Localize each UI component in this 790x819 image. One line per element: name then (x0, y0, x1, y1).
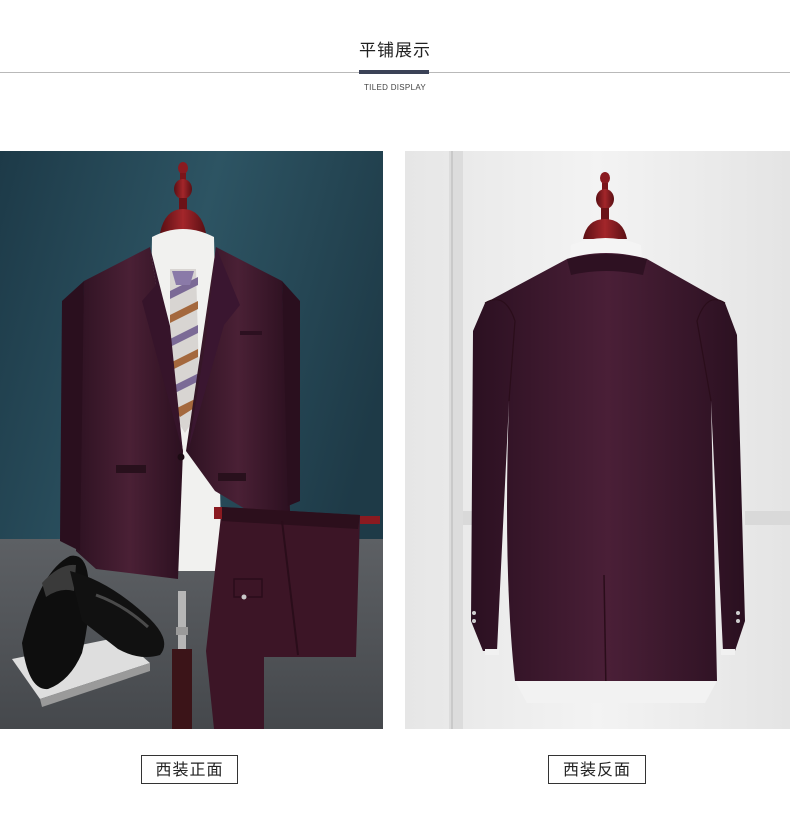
back-caption-label: 西装反面 (548, 755, 646, 784)
section-subtitle: TILED DISPLAY (364, 83, 426, 92)
front-caption-label: 西装正面 (141, 755, 238, 784)
suit-back-photo (405, 151, 790, 729)
title-accent-bar (359, 70, 429, 74)
suit-jacket-back (471, 253, 745, 692)
suit-front-photo (0, 151, 383, 729)
section-title: 平铺展示 (359, 41, 431, 61)
